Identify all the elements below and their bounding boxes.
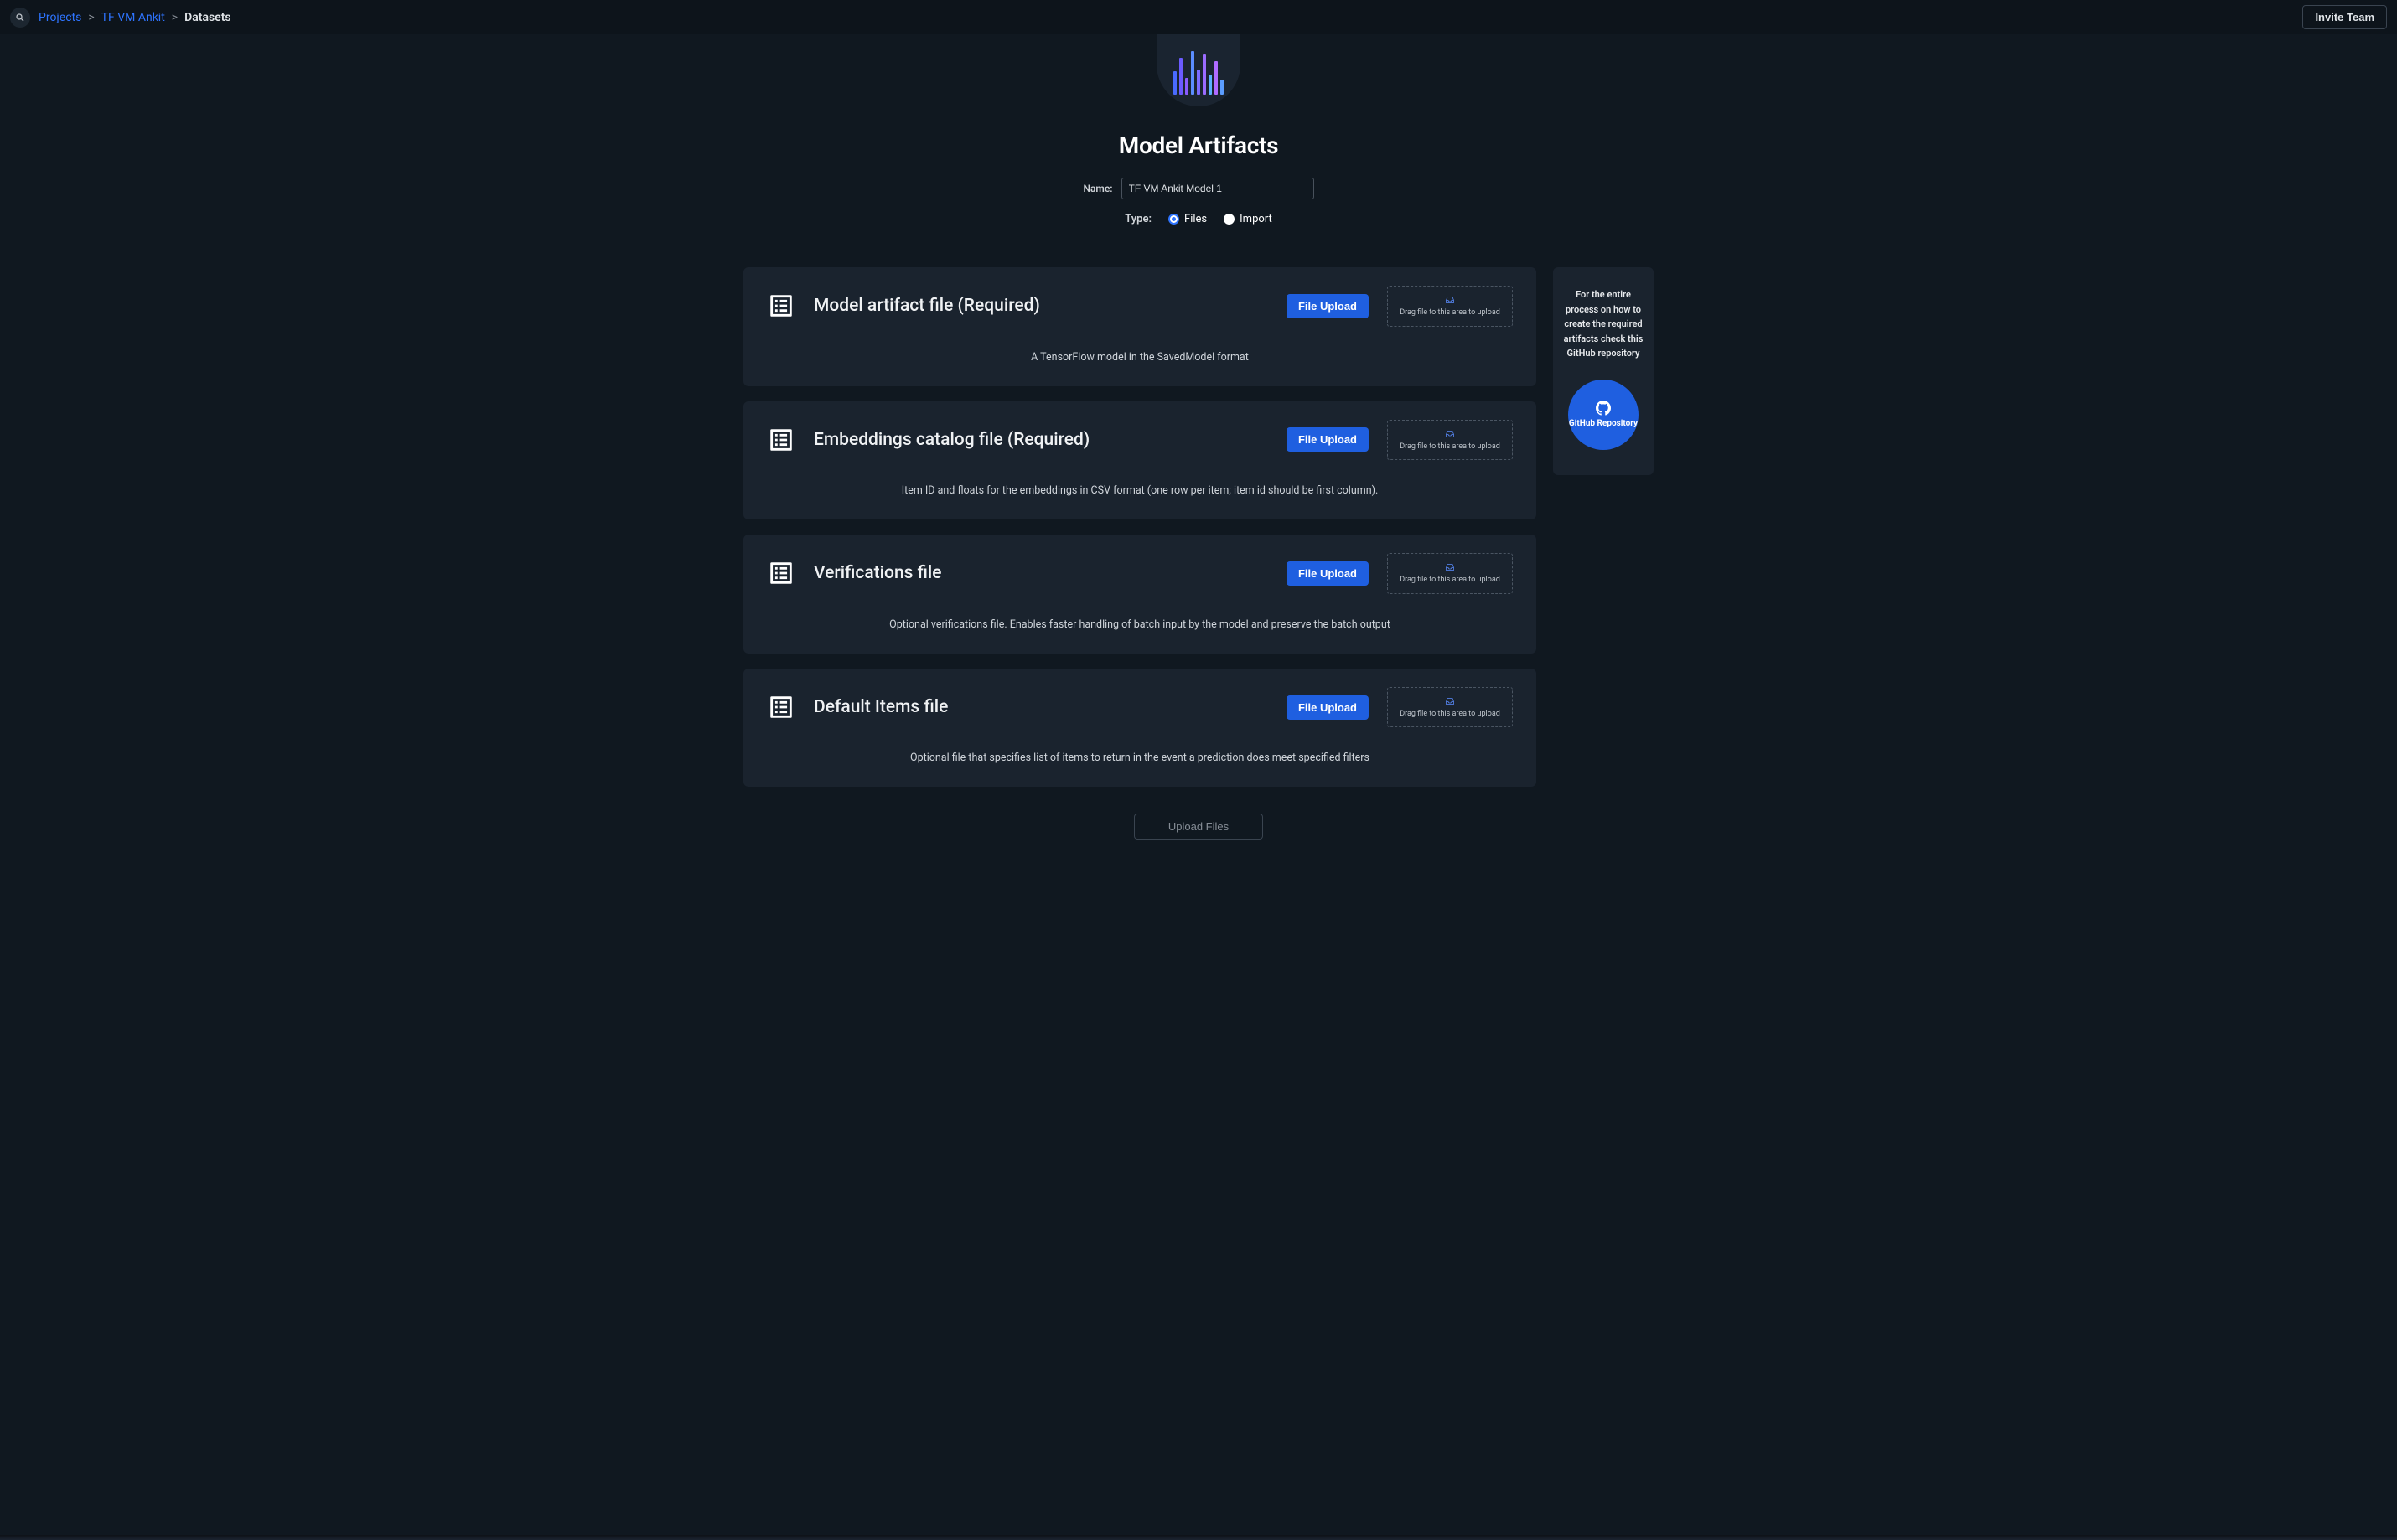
list-icon bbox=[767, 426, 795, 454]
name-input[interactable] bbox=[1121, 178, 1314, 199]
card-verifications: Verifications file File Upload Drag file… bbox=[743, 535, 1536, 654]
card-description: Item ID and floats for the embeddings in… bbox=[767, 483, 1513, 499]
bottom-bar bbox=[0, 1535, 2397, 1540]
list-icon bbox=[767, 693, 795, 721]
card-embeddings-catalog: Embeddings catalog file (Required) File … bbox=[743, 401, 1536, 520]
radio-dot-icon bbox=[1168, 214, 1179, 225]
dropzone-text: Drag file to this area to upload bbox=[1400, 308, 1500, 318]
card-description: A TensorFlow model in the SavedModel for… bbox=[767, 350, 1513, 366]
dropzone[interactable]: Drag file to this area to upload bbox=[1387, 553, 1513, 594]
card-default-items: Default Items file File Upload Drag file… bbox=[743, 669, 1536, 788]
invite-team-button[interactable]: Invite Team bbox=[2302, 5, 2387, 29]
dropzone-text: Drag file to this area to upload bbox=[1400, 576, 1500, 585]
topbar-left: Projects > TF VM Ankit > Datasets bbox=[10, 8, 231, 28]
topbar: Projects > TF VM Ankit > Datasets Invite… bbox=[0, 0, 2397, 34]
bars-icon bbox=[1173, 51, 1224, 95]
breadcrumb: Projects > TF VM Ankit > Datasets bbox=[39, 11, 231, 24]
card-title: Default Items file bbox=[814, 696, 1268, 718]
type-label: Type: bbox=[1125, 213, 1152, 225]
card-title: Embeddings catalog file (Required) bbox=[814, 429, 1268, 451]
card-description: Optional verifications file. Enables fas… bbox=[767, 618, 1513, 633]
dropzone[interactable]: Drag file to this area to upload bbox=[1387, 687, 1513, 728]
inbox-icon bbox=[1444, 295, 1456, 305]
dropzone-text: Drag file to this area to upload bbox=[1400, 442, 1500, 452]
side-text: For the entire process on how to create … bbox=[1561, 287, 1645, 361]
breadcrumb-separator: > bbox=[88, 11, 94, 24]
breadcrumb-project-name[interactable]: TF VM Ankit bbox=[101, 11, 165, 24]
file-upload-button[interactable]: File Upload bbox=[1287, 427, 1369, 452]
radio-files-label: Files bbox=[1184, 213, 1207, 225]
file-upload-button[interactable]: File Upload bbox=[1287, 695, 1369, 720]
inbox-icon bbox=[1444, 562, 1456, 572]
dropzone[interactable]: Drag file to this area to upload bbox=[1387, 286, 1513, 327]
breadcrumb-separator: > bbox=[172, 11, 178, 24]
type-row: Type: Files Import bbox=[1125, 213, 1272, 225]
name-row: Name: bbox=[1083, 178, 1313, 199]
file-upload-button[interactable]: File Upload bbox=[1287, 294, 1369, 318]
radio-dot-icon bbox=[1224, 214, 1235, 225]
footer: Upload Files bbox=[743, 814, 1654, 840]
search-icon bbox=[15, 13, 25, 23]
inbox-icon bbox=[1444, 429, 1456, 439]
github-icon bbox=[1596, 401, 1611, 416]
card-description: Optional file that specifies list of ite… bbox=[767, 751, 1513, 767]
card-title: Verifications file bbox=[814, 562, 1268, 584]
search-button[interactable] bbox=[10, 8, 30, 28]
hero-logo bbox=[1157, 34, 1240, 106]
card-title: Model artifact file (Required) bbox=[814, 295, 1268, 317]
github-link-label: GitHub Repository bbox=[1569, 419, 1638, 429]
github-repository-link[interactable]: GitHub Repository bbox=[1568, 380, 1639, 450]
page-title: Model Artifacts bbox=[1119, 132, 1278, 159]
side-panel: For the entire process on how to create … bbox=[1553, 267, 1654, 475]
cards-column: Model artifact file (Required) File Uplo… bbox=[743, 267, 1536, 787]
dropzone[interactable]: Drag file to this area to upload bbox=[1387, 420, 1513, 461]
upload-files-button[interactable]: Upload Files bbox=[1134, 814, 1263, 840]
dropzone-text: Drag file to this area to upload bbox=[1400, 710, 1500, 719]
list-icon bbox=[767, 559, 795, 587]
inbox-icon bbox=[1444, 696, 1456, 706]
breadcrumb-projects[interactable]: Projects bbox=[39, 11, 81, 24]
hero: Model Artifacts Name: Type: Files Import bbox=[743, 34, 1654, 267]
list-icon bbox=[767, 292, 795, 320]
columns: Model artifact file (Required) File Uplo… bbox=[743, 267, 1654, 787]
card-model-artifact: Model artifact file (Required) File Uplo… bbox=[743, 267, 1536, 386]
file-upload-button[interactable]: File Upload bbox=[1287, 561, 1369, 586]
breadcrumb-current: Datasets bbox=[184, 11, 231, 24]
name-label: Name: bbox=[1083, 183, 1112, 194]
page: Model Artifacts Name: Type: Files Import bbox=[733, 34, 1664, 873]
radio-import-label: Import bbox=[1240, 213, 1272, 225]
radio-import[interactable]: Import bbox=[1224, 213, 1272, 225]
radio-files[interactable]: Files bbox=[1168, 213, 1207, 225]
